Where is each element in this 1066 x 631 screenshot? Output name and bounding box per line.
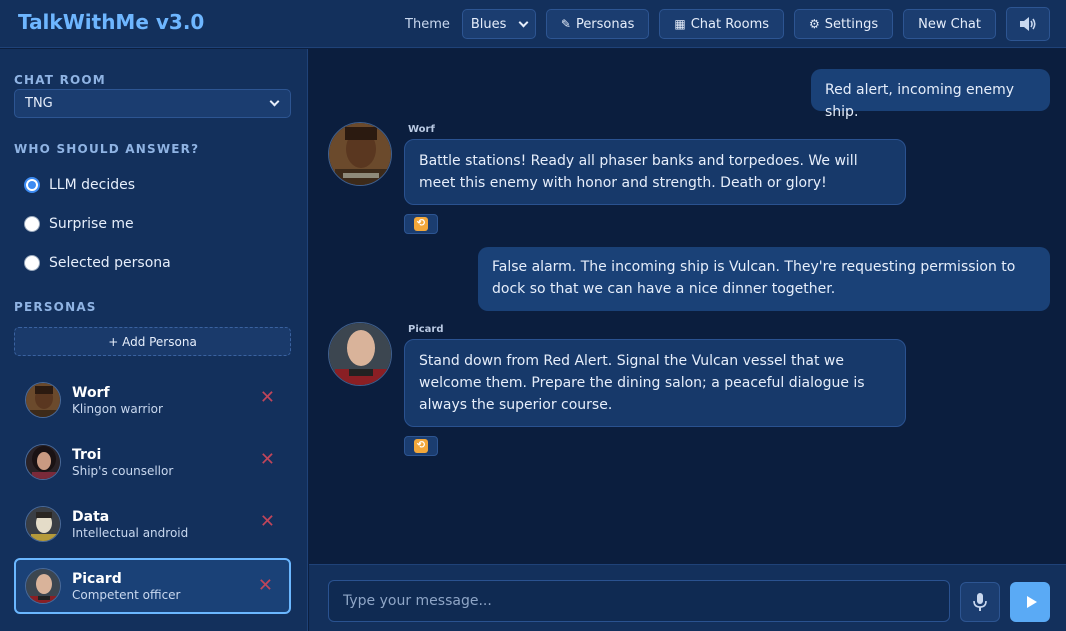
chat-room-heading: CHAT ROOM: [14, 73, 106, 87]
add-persona-button[interactable]: + Add Persona: [14, 327, 291, 356]
persona-name: Picard: [72, 570, 122, 587]
avatar: [328, 122, 392, 186]
new-chat-button[interactable]: New Chat: [903, 9, 996, 39]
persona-card-troi[interactable]: Troi Ship's counsellor ✕: [14, 434, 291, 490]
persona-card-picard[interactable]: Picard Competent officer ✕: [14, 558, 291, 614]
theme-label: Theme: [405, 16, 450, 32]
avatar: [25, 506, 61, 542]
remove-persona-icon[interactable]: ✕: [260, 511, 275, 532]
answer-option-llm[interactable]: LLM decides: [24, 177, 135, 193]
remove-persona-icon[interactable]: ✕: [260, 449, 275, 470]
persona-desc: Klingon warrior: [72, 401, 163, 416]
gear-icon: ⚙: [809, 17, 820, 31]
message-input[interactable]: [328, 580, 950, 622]
answer-option-label: LLM decides: [49, 177, 136, 193]
building-icon: ▦: [674, 17, 686, 31]
theme-select-value: Blues: [470, 16, 507, 32]
persona-name: Troi: [72, 446, 102, 463]
avatar: [25, 382, 61, 418]
message-input-bar: [309, 564, 1066, 631]
send-button[interactable]: [1010, 582, 1050, 622]
app-window: TalkWithMe v3.0 Theme Blues ✎ Personas ▦…: [0, 0, 1066, 631]
remove-persona-icon[interactable]: ✕: [260, 387, 275, 408]
regenerate-button[interactable]: ⟲: [404, 436, 438, 456]
microphone-icon: [973, 593, 987, 611]
user-message: Red alert, incoming enemy ship.: [811, 69, 1050, 120]
bot-message: Battle stations! Ready all phaser banks …: [404, 139, 906, 205]
refresh-icon: ⟲: [414, 439, 428, 453]
header-toolbar: Theme Blues ✎ Personas ▦ Chat Rooms ⚙ Se…: [405, 7, 1050, 41]
chat-room-select[interactable]: TNG: [14, 89, 291, 118]
chat-room-select-value: TNG: [25, 96, 53, 111]
refresh-icon: ⟲: [414, 217, 428, 231]
speaker-icon: [1020, 17, 1036, 31]
persona-card-data[interactable]: Data Intellectual android ✕: [14, 496, 291, 552]
settings-button[interactable]: ⚙ Settings: [794, 9, 894, 39]
theme-select[interactable]: Blues: [461, 9, 536, 39]
settings-button-label: Settings: [824, 16, 879, 32]
who-should-answer-heading: WHO SHOULD ANSWER?: [14, 142, 200, 156]
sidebar: CHAT ROOM TNG WHO SHOULD ANSWER? LLM dec…: [0, 49, 308, 631]
regenerate-button[interactable]: ⟲: [404, 214, 438, 234]
radio-surprise-me[interactable]: [24, 216, 40, 232]
persona-desc: Competent officer: [72, 587, 181, 602]
personas-heading: PERSONAS: [14, 300, 97, 314]
persona-desc: Intellectual android: [72, 525, 189, 540]
personas-button[interactable]: ✎ Personas: [545, 9, 650, 39]
persona-card-worf[interactable]: Worf Klingon warrior ✕: [14, 372, 291, 428]
persona-name: Worf: [72, 384, 110, 401]
bot-message: Stand down from Red Alert. Signal the Vu…: [404, 339, 906, 427]
app-title: TalkWithMe v3.0: [18, 10, 205, 34]
sound-toggle-button[interactable]: [1006, 7, 1050, 41]
chat-rooms-button-label: Chat Rooms: [690, 16, 770, 32]
pencil-icon: ✎: [560, 17, 571, 31]
user-message: False alarm. The incoming ship is Vulcan…: [478, 247, 1050, 311]
persona-name: Data: [72, 508, 110, 525]
message-sender: Picard: [408, 324, 444, 335]
microphone-button[interactable]: [960, 582, 1000, 622]
new-chat-button-label: New Chat: [918, 16, 981, 32]
personas-button-label: Personas: [575, 16, 635, 32]
avatar: [25, 568, 61, 604]
answer-option-surprise[interactable]: Surprise me: [24, 216, 134, 232]
answer-option-selected[interactable]: Selected persona: [24, 255, 171, 271]
top-header: TalkWithMe v3.0 Theme Blues ✎ Personas ▦…: [0, 0, 1066, 48]
persona-desc: Ship's counsellor: [72, 463, 174, 478]
chat-area: Red alert, incoming enemy ship. Worf Bat…: [309, 49, 1066, 564]
remove-persona-icon[interactable]: ✕: [258, 575, 273, 596]
chevron-down-icon: [518, 17, 529, 27]
avatar: [328, 322, 392, 386]
radio-llm-decides[interactable]: [24, 177, 40, 193]
radio-selected-persona[interactable]: [24, 255, 40, 271]
chevron-down-icon: [269, 96, 280, 107]
answer-option-label: Surprise me: [49, 216, 134, 232]
chat-rooms-button[interactable]: ▦ Chat Rooms: [659, 9, 785, 39]
avatar: [25, 444, 61, 480]
answer-option-label: Selected persona: [49, 255, 171, 271]
message-sender: Worf: [408, 124, 435, 135]
send-icon: [1026, 596, 1037, 608]
